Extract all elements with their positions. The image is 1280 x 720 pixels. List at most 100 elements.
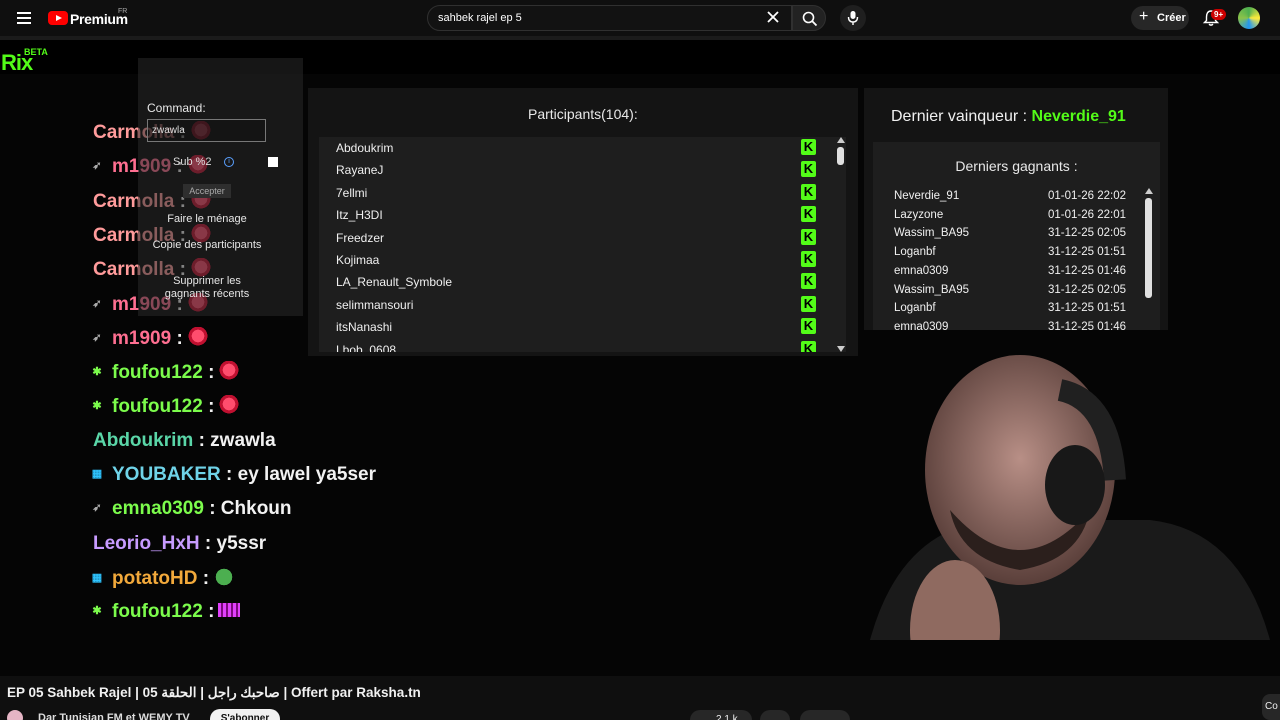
chat-text: : Chkoun: [209, 498, 292, 520]
user-badge-icon: ✱: [92, 400, 102, 413]
plus-icon: +: [1139, 8, 1149, 25]
scroll-thumb[interactable]: [837, 147, 844, 165]
participant-row: Itz_H3DI K: [336, 204, 816, 226]
kick-platform-icon: K: [801, 139, 816, 155]
chat-username[interactable]: emna0309: [112, 498, 204, 519]
participant-name: Itz_H3DI: [336, 208, 383, 223]
kick-platform-icon: K: [801, 251, 816, 267]
participant-name: Lbob_0608: [336, 342, 397, 352]
participant-name: itsNanashi: [336, 320, 393, 335]
chat-username[interactable]: YOUBAKER: [112, 464, 221, 485]
participants-list[interactable]: Abdoukrim K RayaneJ K 7ellmi K Itz_H3DI K Freedz…: [319, 137, 846, 352]
winner-row: Wassim_BA95 31-12-25 02:05: [894, 225, 1144, 244]
microphone-icon: [847, 11, 859, 25]
winner-row: Loganbf 31-12-25 01:51: [894, 300, 1144, 319]
chat-text: :: [202, 567, 210, 589]
subs-checkbox[interactable]: [268, 157, 278, 167]
copy-participants-button[interactable]: Copie des participants: [149, 239, 265, 252]
participant-row: RayaneJ K: [336, 159, 816, 181]
participant-row: 7ellmi K: [336, 182, 816, 204]
chat-text: : y5ssr: [204, 532, 267, 554]
subs-option-label: Sub %2: [173, 156, 212, 168]
chat-username[interactable]: m1909: [112, 328, 171, 349]
chat-username[interactable]: Abdoukrim: [93, 430, 193, 451]
chat-text: :: [208, 601, 215, 623]
scroll-up-arrow-icon[interactable]: [1145, 188, 1153, 194]
chat-message: ▦ potatoHD :: [88, 566, 236, 593]
channel-avatar[interactable]: [7, 710, 23, 720]
kick-platform-icon: K: [801, 206, 816, 223]
voice-search-button[interactable]: [840, 5, 866, 31]
winner-date: 31-12-25 02:05: [1048, 283, 1127, 296]
create-label: Créer: [1157, 12, 1186, 24]
share-button[interactable]: [800, 710, 850, 720]
subscribe-button[interactable]: S'abonner: [210, 709, 280, 720]
command-input[interactable]: [147, 119, 266, 142]
scroll-up-arrow-icon[interactable]: [837, 137, 845, 143]
chat-message: ✱ foufou122 :: [88, 601, 241, 627]
like-button[interactable]: 2,1 k: [690, 710, 752, 720]
clear-search-icon[interactable]: [766, 10, 780, 24]
chat-username[interactable]: Leorio_HxH: [93, 533, 200, 554]
account-avatar[interactable]: [1238, 7, 1260, 29]
user-badge-icon: ✱: [92, 605, 102, 618]
rix-beta-label: BETA: [24, 47, 48, 57]
scroll-thumb[interactable]: [1145, 198, 1152, 298]
user-badge-icon: ➶: [92, 297, 102, 310]
scroll-down-arrow-icon[interactable]: [837, 346, 845, 352]
winner-row: emna0309 31-12-25 01:46: [894, 263, 1144, 282]
delete-recent-winners-button[interactable]: Supprimer les gagnants récents: [149, 275, 265, 301]
heart-emote-icon: [186, 326, 209, 347]
chat-username[interactable]: foufou122: [112, 601, 203, 622]
chat-username[interactable]: potatoHD: [112, 568, 197, 589]
participant-name: Abdoukrim: [336, 141, 394, 155]
winner-date: 31-12-25 01:51: [1048, 246, 1127, 259]
participant-row: Freedzer K: [336, 227, 816, 249]
participant-name: Freedzer: [336, 230, 385, 245]
accept-button[interactable]: Accepter: [183, 184, 231, 198]
chat-message: ✱ foufou122 :: [88, 361, 241, 387]
youtube-logo-icon[interactable]: [48, 11, 68, 25]
menu-icon[interactable]: [17, 12, 31, 24]
winners-scrollbar[interactable]: [1144, 188, 1154, 350]
participant-row: Abdoukrim K: [336, 137, 816, 159]
recent-winners-title: Derniers gagnants :: [955, 158, 1078, 174]
chat-message: ✱ foufou122 :: [88, 395, 241, 421]
dislike-button[interactable]: [760, 710, 790, 720]
kick-platform-icon: K: [801, 228, 816, 245]
cleanup-button[interactable]: Faire le ménage: [149, 213, 265, 226]
participants-title: Participants(104):: [528, 106, 638, 122]
search-box: [427, 5, 792, 31]
create-button[interactable]: + Créer: [1131, 6, 1189, 30]
channel-name[interactable]: Dar Tunisian FM et WEMY TV: [38, 712, 190, 720]
kick-platform-icon: K: [801, 161, 816, 178]
search-button[interactable]: [792, 5, 826, 31]
chat-message: ➶ emna0309 : Chkoun: [88, 498, 292, 524]
country-code: FR: [118, 8, 128, 15]
winner-name: Lazyzone: [894, 208, 944, 221]
kick-platform-icon: K: [801, 273, 816, 290]
participant-name: 7ellmi: [336, 185, 368, 200]
chat-text: : zwawla: [198, 429, 276, 451]
winner-name: Loganbf: [894, 246, 936, 259]
chat-text: :: [208, 396, 215, 418]
participant-row: selimmansouri K: [336, 294, 816, 316]
chat-username[interactable]: foufou122: [112, 362, 203, 383]
search-input[interactable]: [438, 12, 758, 24]
participant-row: Kojimaa K: [336, 249, 816, 271]
chat-text: : ey lawel ya5ser: [226, 464, 377, 485]
participants-scrollbar[interactable]: [836, 137, 846, 352]
heart-emote-icon: [218, 395, 241, 416]
side-panel-tab[interactable]: Co: [1262, 694, 1280, 720]
chat-username[interactable]: foufou122: [112, 396, 203, 417]
participant-row: LA_Renault_Symbole K: [336, 271, 816, 293]
winner-row: Lazyzone 01-01-26 22:01: [894, 207, 1144, 226]
winner-date: 01-01-26 22:01: [1048, 208, 1127, 221]
info-icon[interactable]: i: [224, 157, 234, 167]
winner-date: 01-01-26 22:02: [1048, 190, 1127, 202]
winner-row: Loganbf 31-12-25 01:51: [894, 244, 1144, 263]
heart-emote-icon: [218, 361, 241, 382]
chat-message: Abdoukrim : zwawla: [93, 430, 276, 456]
winner-row: Wassim_BA95 31-12-25 02:05: [894, 282, 1144, 301]
kick-platform-icon: K: [801, 295, 816, 312]
